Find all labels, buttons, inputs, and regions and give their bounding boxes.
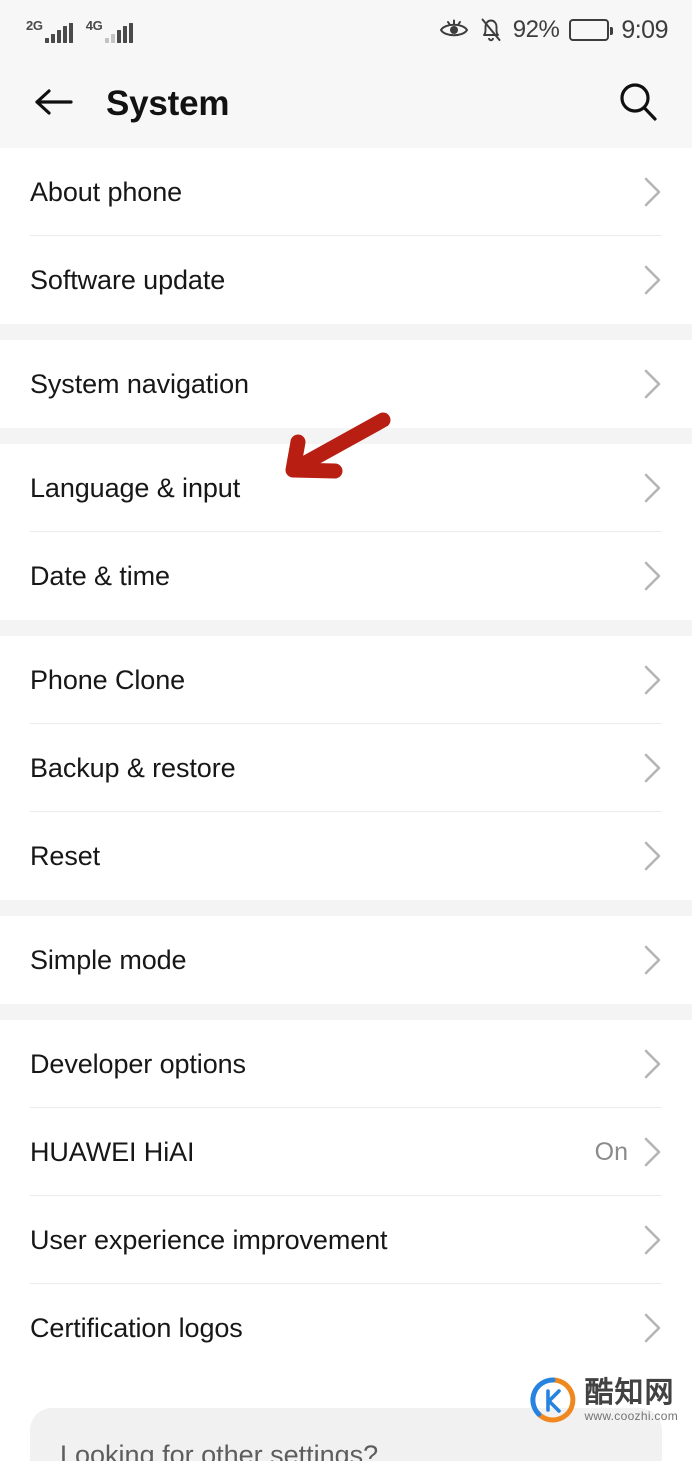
page-title: System — [106, 84, 230, 123]
list-item[interactable]: Simple mode — [0, 916, 692, 1004]
group-separator — [0, 428, 692, 444]
sim2-signal: 4G — [86, 17, 133, 43]
battery-icon — [569, 19, 614, 41]
settings-system-screen: 2G 4G 92% 9:09 System About phone Softwa… — [0, 0, 692, 1461]
list-item-trailing — [642, 663, 664, 697]
chevron-right-icon — [642, 367, 664, 401]
chevron-right-icon — [642, 1135, 664, 1169]
battery-percent-label: 92% — [512, 16, 560, 43]
list-item-trailing — [642, 263, 664, 297]
list-item[interactable]: User experience improvement — [0, 1196, 692, 1284]
sim1-network-label: 2G — [26, 18, 43, 33]
status-bar-right: 92% 9:09 — [439, 16, 668, 45]
list-item-trailing — [642, 943, 664, 977]
chevron-right-icon — [642, 943, 664, 977]
settings-group: Developer options HUAWEI HiAI On User exper… — [0, 1020, 692, 1372]
watermark: 酷知网 www.coozhi.com — [530, 1377, 678, 1423]
list-item-label: Software update — [30, 264, 226, 295]
chevron-right-icon — [642, 471, 664, 505]
list-item[interactable]: HUAWEI HiAI On — [0, 1108, 692, 1196]
chevron-right-icon — [642, 751, 664, 785]
list-item[interactable]: Certification logos — [0, 1284, 692, 1372]
back-button[interactable] — [30, 80, 78, 128]
list-item[interactable]: Reset — [0, 812, 692, 900]
list-item-label: Developer options — [30, 1048, 246, 1079]
sim2-network-label: 4G — [85, 18, 103, 33]
list-item-label: Date & time — [30, 560, 170, 591]
chevron-right-icon — [642, 1311, 664, 1345]
list-item-trailing — [642, 559, 664, 593]
list-item[interactable]: Phone Clone — [0, 636, 692, 724]
list-item-label: System navigation — [30, 368, 249, 399]
list-item-label: Phone Clone — [30, 664, 186, 695]
settings-group: Simple mode — [0, 916, 692, 1004]
list-item-label: About phone — [30, 176, 183, 207]
settings-group: Language & input Date & time — [0, 444, 692, 620]
eye-comfort-icon — [439, 18, 469, 42]
settings-list: About phone Software update System navigat… — [0, 148, 692, 1372]
app-bar: System — [0, 60, 692, 148]
settings-group: Phone Clone Backup & restore Reset — [0, 636, 692, 900]
other-settings-label: Looking for other settings? — [60, 1440, 379, 1461]
chevron-right-icon — [642, 663, 664, 697]
watermark-url: www.coozhi.com — [584, 1409, 678, 1423]
list-item[interactable]: About phone — [0, 148, 692, 236]
list-item[interactable]: Date & time — [0, 532, 692, 620]
list-item-trailing — [642, 367, 664, 401]
watermark-name: 酷知网 — [584, 1375, 675, 1409]
list-item-label: HUAWEI HiAI — [30, 1136, 195, 1167]
list-item-label: Certification logos — [30, 1312, 243, 1343]
group-separator — [0, 1004, 692, 1020]
sim1-signal-bars-icon — [44, 23, 73, 43]
list-item-trailing — [642, 1223, 664, 1257]
clock-label: 9:09 — [621, 15, 668, 44]
chevron-right-icon — [642, 559, 664, 593]
status-bar-left: 2G 4G — [26, 17, 133, 43]
search-button[interactable] — [612, 78, 664, 130]
chevron-right-icon — [642, 839, 664, 873]
list-item-value: On — [594, 1137, 628, 1166]
list-item-label: Simple mode — [30, 944, 187, 975]
list-item[interactable]: Developer options — [0, 1020, 692, 1108]
group-separator — [0, 324, 692, 340]
search-icon — [616, 80, 660, 129]
settings-group: About phone Software update — [0, 148, 692, 324]
group-separator — [0, 620, 692, 636]
bell-mute-icon — [479, 17, 503, 43]
chevron-right-icon — [642, 1223, 664, 1257]
sim1-signal: 2G — [26, 17, 73, 43]
list-item-label: Reset — [30, 840, 101, 871]
list-item[interactable]: System navigation — [0, 340, 692, 428]
group-separator — [0, 900, 692, 916]
watermark-text: 酷知网 www.coozhi.com — [584, 1375, 678, 1423]
list-item-label: Backup & restore — [30, 752, 236, 783]
list-item[interactable]: Language & input — [0, 444, 692, 532]
list-item[interactable]: Backup & restore — [0, 724, 692, 812]
list-item-trailing — [642, 839, 664, 873]
sim2-signal-bars-icon — [104, 23, 133, 43]
list-item-trailing — [642, 175, 664, 209]
list-item-trailing: On — [595, 1135, 664, 1169]
list-item-trailing — [642, 1047, 664, 1081]
coozhi-logo-icon — [530, 1377, 576, 1423]
chevron-right-icon — [642, 1047, 664, 1081]
list-item-trailing — [642, 471, 664, 505]
list-item-label: User experience improvement — [30, 1224, 388, 1255]
settings-group: System navigation — [0, 340, 692, 428]
list-item-trailing — [642, 751, 664, 785]
chevron-right-icon — [642, 175, 664, 209]
list-item-trailing — [642, 1311, 664, 1345]
back-arrow-icon — [33, 87, 75, 122]
list-item-label: Language & input — [30, 472, 241, 503]
chevron-right-icon — [642, 263, 664, 297]
status-bar: 2G 4G 92% 9:09 — [0, 0, 692, 60]
list-item[interactable]: Software update — [0, 236, 692, 324]
